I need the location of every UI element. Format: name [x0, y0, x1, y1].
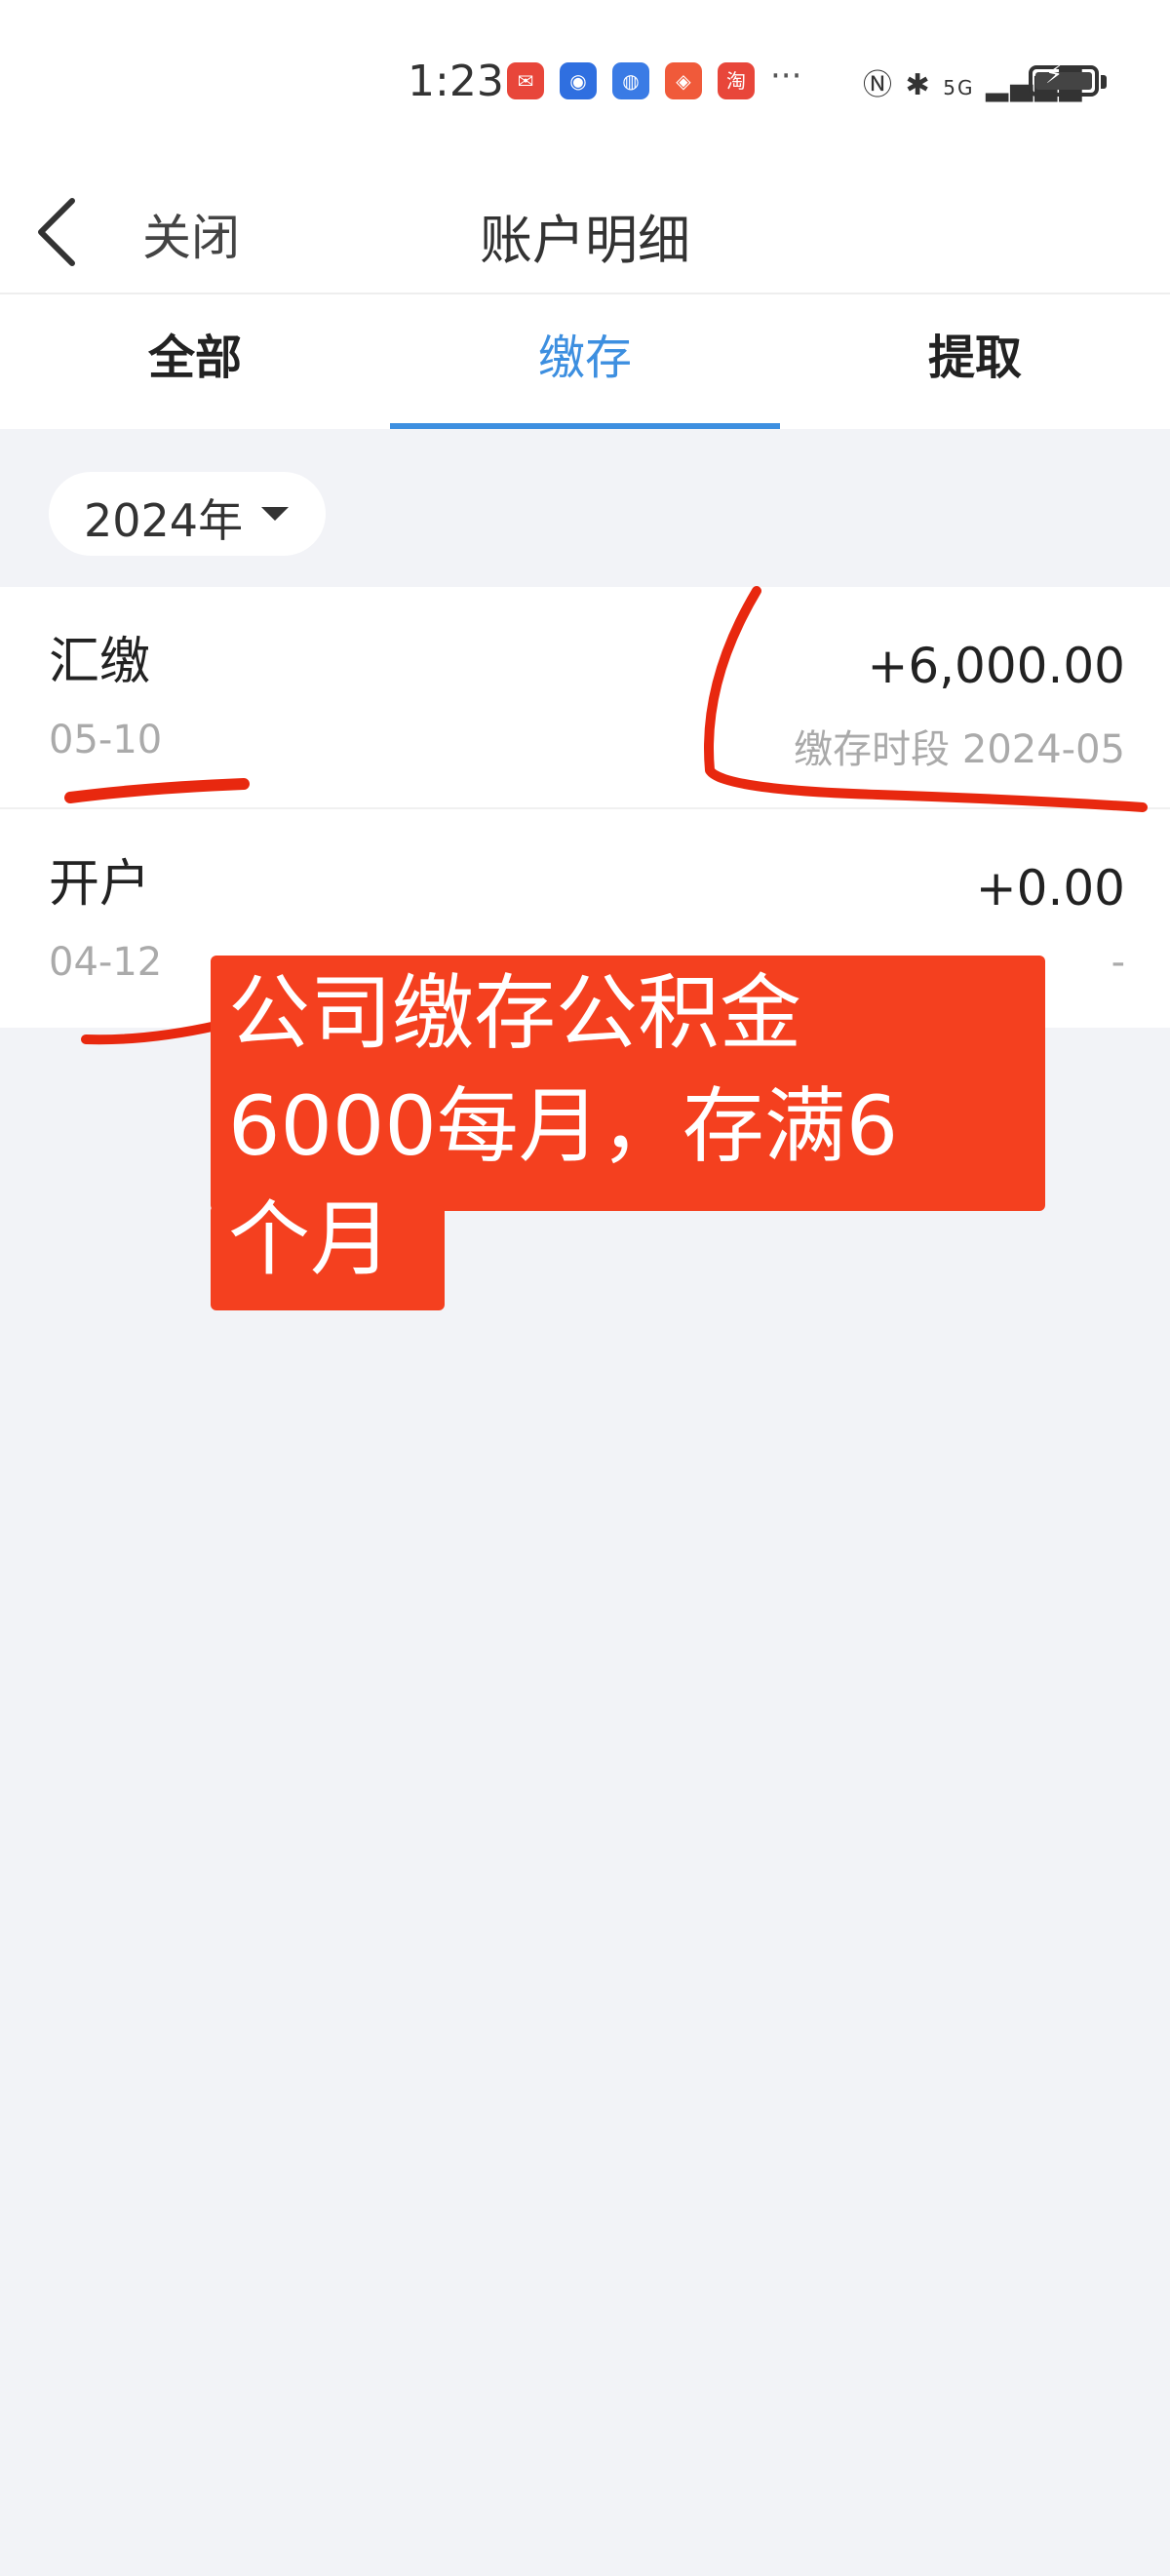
annotation-line-3: 个月 — [228, 1191, 393, 1287]
nav-bar: 关闭 账户明细 — [0, 172, 1170, 294]
list-item[interactable]: 汇缴 05-10 +6,000.00 缴存时段 2024-05 — [0, 587, 1170, 809]
annotation-line-2: 6000每月，存满6 — [228, 1078, 899, 1174]
tab-deposit[interactable]: 缴存 — [390, 294, 780, 429]
red-packet-app-icon: ✉ — [507, 62, 544, 99]
network-label: 5G — [943, 76, 975, 99]
year-selector[interactable]: 2024年 — [49, 472, 326, 556]
tab-withdraw[interactable]: 提取 — [780, 294, 1170, 429]
orange-app-icon: ◈ — [665, 62, 702, 99]
page-title: 账户明细 — [480, 210, 690, 271]
record-amount: +0.00 — [975, 860, 1125, 917]
tab-bar: 全部 缴存 提取 — [0, 294, 1170, 429]
tab-all[interactable]: 全部 — [0, 294, 390, 429]
record-amount: +6,000.00 — [867, 638, 1125, 694]
battery-icon — [1029, 65, 1099, 97]
nfc-icon: Ⓝ — [863, 68, 894, 102]
caret-down-icon — [261, 507, 289, 521]
record-type: 汇缴 — [49, 633, 151, 691]
underline-mark-2 — [81, 1021, 221, 1045]
record-type: 开户 — [49, 855, 151, 914]
annotation-line-1: 公司缴存公积金 — [228, 965, 802, 1061]
annotation-overlay: 公司缴存公积金 6000每月，存满6 个月 — [211, 956, 1045, 1330]
record-period: - — [1111, 940, 1125, 985]
bluetooth-icon: ✱ — [905, 68, 932, 102]
charging-icon: ⚡ — [1045, 60, 1064, 90]
record-period: 缴存时段 2024-05 — [794, 727, 1125, 772]
year-value: 2024年 — [84, 494, 244, 547]
record-date: 05-10 — [49, 718, 163, 762]
status-time: 1:23 — [408, 57, 504, 106]
blue-app-icon-1: ◉ — [560, 62, 597, 99]
filter-area: 2024年 — [0, 429, 1170, 587]
taobao-app-icon: 淘 — [718, 62, 755, 99]
status-bar: 1:23 ✉ ◉ ◍ ◈ 淘 ··· Ⓝ ✱ 5G ▂▄▆█ ⚡ — [0, 0, 1170, 172]
blue-app-icon-2: ◍ — [612, 62, 649, 99]
more-notifications-icon: ··· — [770, 57, 802, 96]
record-date: 04-12 — [49, 940, 163, 985]
